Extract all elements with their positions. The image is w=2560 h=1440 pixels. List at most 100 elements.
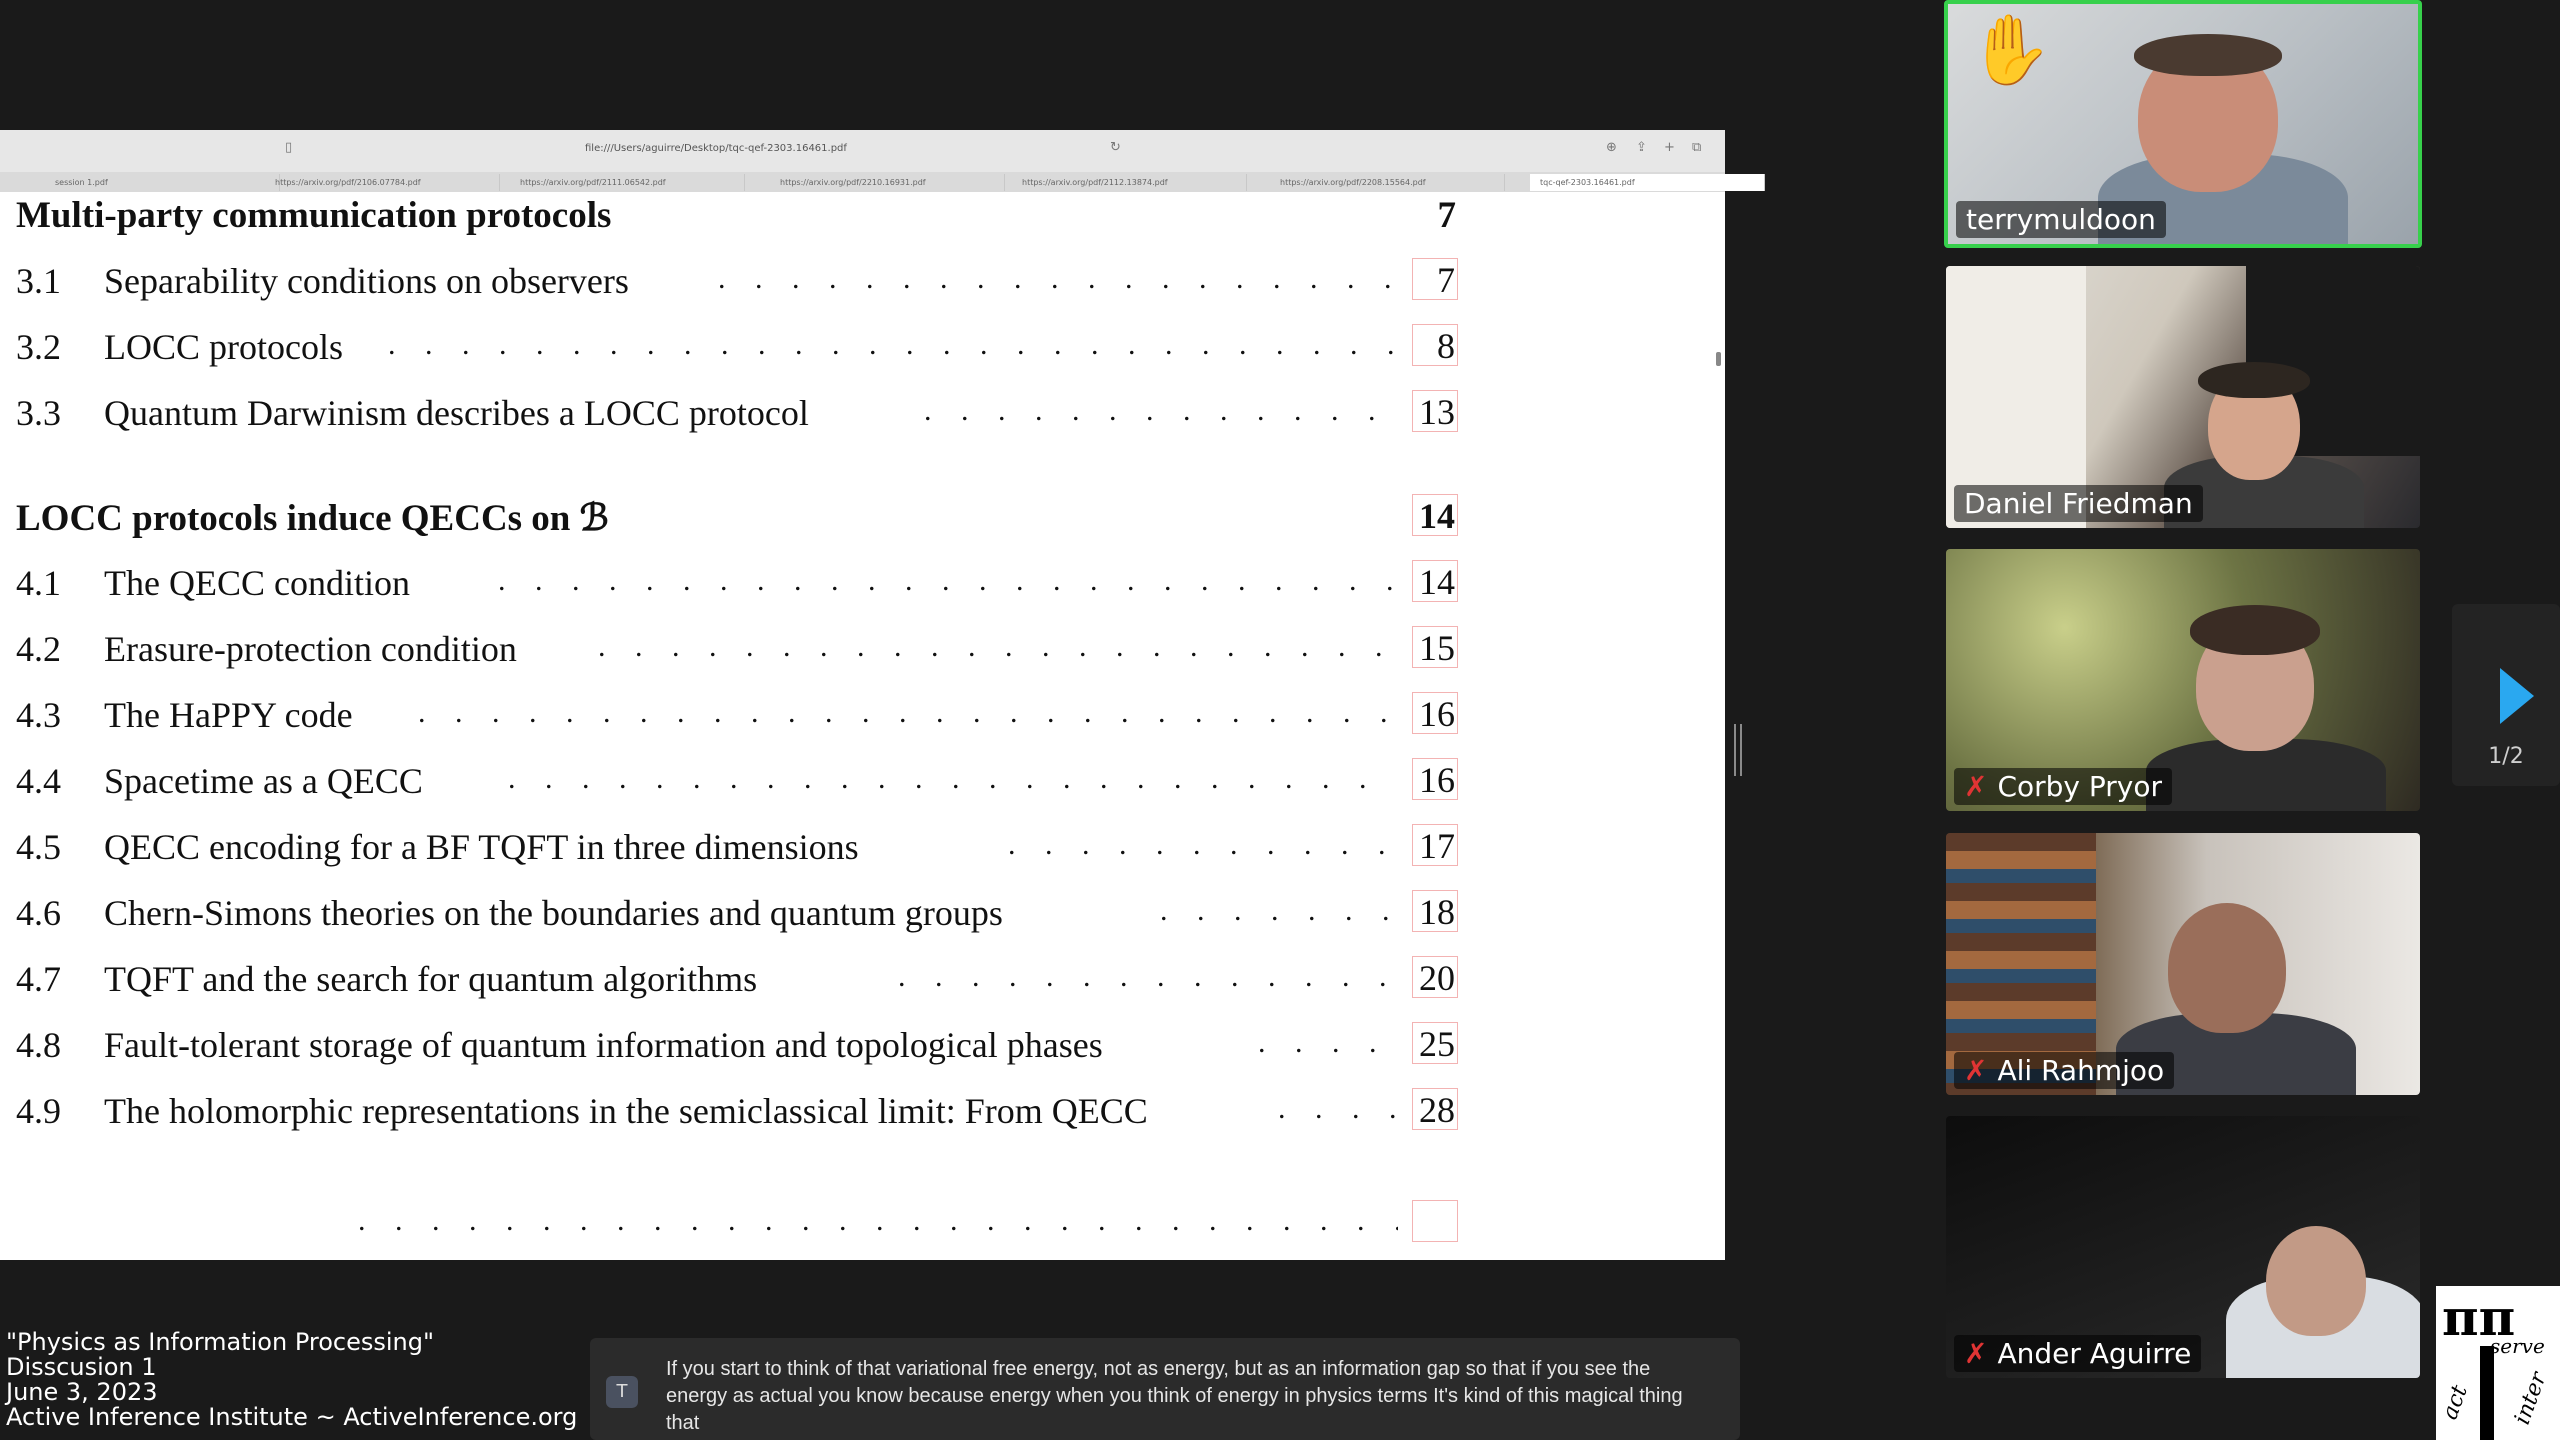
toc-entry-number: 3.3 [16,393,61,433]
toc-entry-title[interactable]: Erasure-protection condition [104,628,517,670]
toc-section-page[interactable]: 7 [1416,194,1457,237]
video-tile[interactable]: ✗ Ali Rahmjoo [1946,833,2420,1095]
toc-page-link[interactable]: 25 [1412,1022,1458,1064]
browser-tab[interactable]: https://arxiv.org/pdf/2210.16931.pdf [770,174,1005,191]
toc-entry-title[interactable]: The QECC condition [104,562,410,604]
toc-entry-number: 4.9 [16,1091,61,1131]
shared-screen: ▯ file:///Users/aguirre/Desktop/tqc-qef-… [0,130,1765,1260]
live-caption: T If you start to think of that variatio… [590,1338,1740,1440]
download-icon[interactable]: ⊕ [1606,140,1617,155]
leader-dots: . . . . . . . . . . . . . . . . . . . . … [498,564,1398,597]
logo-word-inter: inter [2509,1369,2552,1428]
leader-dots: . . . . . [1258,1026,1398,1059]
browser-tab[interactable]: https://arxiv.org/pdf/2111.06542.pdf [510,174,745,191]
browser-tab[interactable]: https://arxiv.org/pdf/2112.13874.pdf [1012,174,1247,191]
toc-entry-number: 3.1 [16,261,61,301]
leader-dots: . . . . . . . . . . . . . . . . . . . [898,960,1398,993]
logo-bar [2480,1346,2494,1440]
toc-entry-number: 4.7 [16,959,61,999]
toc-entry-title[interactable]: The holomorphic representations in the s… [104,1090,1148,1132]
toc-section-title[interactable]: Multi-party communication protocols [16,194,611,237]
toc-page-link[interactable]: 14 [1412,560,1458,602]
browser-tab[interactable]: session 1.pdf [45,174,280,191]
page-indicator: 1/2 [2488,744,2524,769]
video-tile[interactable]: Daniel Friedman [1946,266,2420,528]
gallery-next-page-button[interactable]: 1/2 [2452,604,2560,786]
toc-page-link[interactable] [1412,1200,1458,1242]
chevron-right-icon [2500,668,2534,724]
leader-dots: . . . . . . . . . . . . . . . . . . . . … [388,328,1398,361]
toc-section-title[interactable]: LOCC protocols induce QECCs on ℬ [16,496,609,540]
leader-dots: . . . . . . . . . . . . . . . . . . . . … [508,762,1398,795]
toc-entry-number: 4.1 [16,563,61,603]
browser-toolbar: ▯ file:///Users/aguirre/Desktop/tqc-qef-… [0,130,1725,173]
toc-page-link[interactable]: 8 [1412,324,1458,366]
browser-tab[interactable]: https://arxiv.org/pdf/2208.15564.pdf [1270,174,1505,191]
toc-entry-number: 4.2 [16,629,61,669]
leader-dots: . . . . [1278,1092,1398,1125]
participant-face [2266,1226,2366,1336]
toc-entry-title[interactable]: Separability conditions on observers [104,260,629,302]
participant-name: ✗ Corby Pryor [1954,768,2173,805]
new-tab-icon[interactable]: + [1664,140,1675,155]
toc-page-link[interactable]: 18 [1412,890,1458,932]
toc-page-link[interactable]: 13 [1412,390,1458,432]
participant-name: terrymuldoon [1956,201,2166,238]
toc-entry-number: 4.8 [16,1025,61,1065]
toc-page-link[interactable]: 15 [1412,626,1458,668]
tab-bar: session 1.pdf https://arxiv.org/pdf/2106… [0,172,1765,192]
toc-entry-title[interactable]: QECC encoding for a BF TQFT in three dim… [104,826,859,868]
participant-name-text: Ander Aguirre [1997,1337,2192,1370]
address-bar[interactable]: file:///Users/aguirre/Desktop/tqc-qef-23… [585,143,847,154]
video-tile-active-speaker[interactable]: ✋ terrymuldoon [1944,0,2422,248]
video-tile[interactable]: ✗ Corby Pryor [1946,549,2420,811]
scrollbar[interactable] [1716,352,1721,366]
share-icon[interactable]: ⇪ [1636,140,1647,155]
toc-page-link[interactable]: 20 [1412,956,1458,998]
stream-organization: Active Inference Institute ~ ActiveInfer… [6,1403,578,1431]
browser-tab[interactable]: https://arxiv.org/pdf/2106.07784.pdf [265,174,500,191]
participant-name-text: Ali Rahmjoo [1997,1054,2165,1087]
participant-hair [2190,605,2320,655]
toc-entry-number: 4.5 [16,827,61,867]
participant-name: ✗ Ander Aguirre [1954,1335,2202,1372]
stream-title: "Physics as Information Processing" [6,1328,435,1356]
toc-page-link[interactable]: 17 [1412,824,1458,866]
reload-icon[interactable]: ↻ [1110,140,1121,155]
logo-word-serve: serve [2490,1334,2545,1358]
toc-section-page[interactable]: 14 [1412,494,1458,536]
browser-tab-active[interactable]: tqc-qef-2303.16461.pdf [1530,174,1765,191]
leader-dots: . . . . . . . . . [1160,894,1398,927]
toc-entry-number: 4.4 [16,761,61,801]
video-tile[interactable]: ✗ Ander Aguirre [1946,1116,2420,1378]
leader-dots: . . . . . . . . . . . . . . . . . . . . … [718,262,1398,295]
toc-entry-title[interactable]: Fault-tolerant storage of quantum inform… [104,1024,1103,1066]
toc-entry-title[interactable]: The HaPPY code [104,694,353,736]
pdf-document[interactable]: Multi-party communication protocols 7 3.… [0,192,1700,1260]
toc-entry-title[interactable]: Chern-Simons theories on the boundaries … [104,892,1003,934]
toc-page-link[interactable]: 16 [1412,692,1458,734]
raised-hand-icon: ✋ [1968,11,2053,90]
toc-entry-title[interactable]: LOCC protocols [104,326,343,368]
stream-date: June 3, 2023 [6,1378,158,1406]
muted-mic-icon: ✗ [1964,1054,1988,1087]
sidebar-icon[interactable]: ▯ [285,140,292,155]
leader-dots: . . . . . . . . . . . . . . . . . . . . … [358,1204,1398,1237]
tab-overview-icon[interactable]: ⧉ [1692,140,1701,155]
muted-mic-icon: ✗ [1964,1337,1988,1370]
toc-entry-number: 4.3 [16,695,61,735]
participant-name: Daniel Friedman [1954,485,2203,522]
toc-entry-number: 4.6 [16,893,61,933]
toc-entry-title[interactable]: Quantum Darwinism describes a LOCC proto… [104,392,809,434]
view-splitter-handle[interactable] [1734,724,1742,776]
toc-entry-title[interactable]: Spacetime as a QECC [104,760,423,802]
toc-page-link[interactable]: 16 [1412,758,1458,800]
leader-dots: . . . . . . . . . . . . . . . . . . . . … [418,696,1398,729]
toc-entry-number: 3.2 [16,327,61,367]
logo-word-act: act [2437,1382,2473,1423]
toc-page-link[interactable]: 28 [1412,1088,1458,1130]
toc-entry-title[interactable]: TQFT and the search for quantum algorith… [104,958,757,1000]
leader-dots: . . . . . . . . . . . . . . . . . . [924,394,1398,427]
participant-hair [2134,34,2282,76]
toc-page-link[interactable]: 7 [1412,258,1458,300]
